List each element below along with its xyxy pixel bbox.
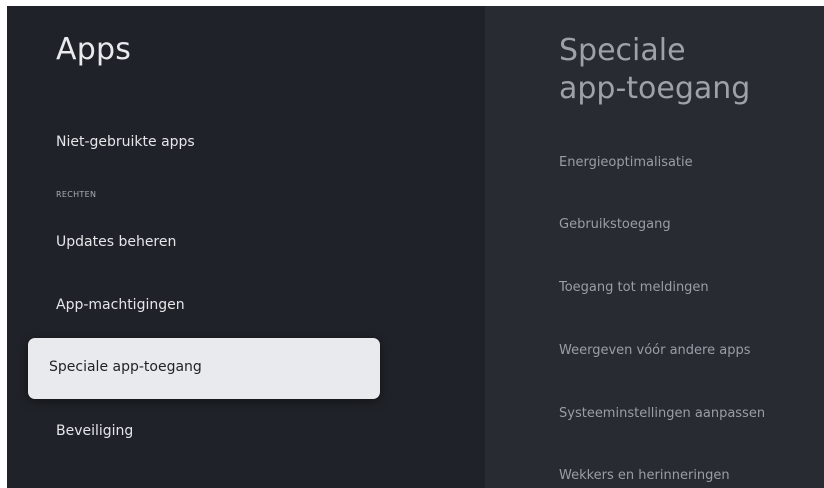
menu-item-app-permissions[interactable]: App-machtigingen	[56, 297, 185, 313]
preview-item-modify-system-settings: Systeeminstellingen aanpassen	[559, 406, 766, 421]
menu-item-label: Speciale app-toegang	[49, 359, 202, 375]
preview-item-notification-access: Toegang tot meldingen	[559, 280, 709, 295]
preview-title-line-2: app-toegang	[559, 71, 751, 106]
settings-main-panel: Apps Niet-gebruikte apps RECHTEN Updates…	[7, 6, 485, 488]
menu-item-manage-updates[interactable]: Updates beheren	[56, 234, 176, 250]
tv-settings-screen: Apps Niet-gebruikte apps RECHTEN Updates…	[7, 6, 824, 488]
section-header-permissions: RECHTEN	[56, 190, 97, 199]
preview-title-line-1: Speciale	[559, 33, 686, 68]
page-title: Apps	[56, 32, 132, 67]
preview-item-usage-access: Gebruikstoegang	[559, 217, 671, 232]
preview-item-alarms-reminders: Wekkers en herinneringen	[559, 468, 730, 483]
preview-panel: Speciale app-toegang Energieoptimalisati…	[485, 6, 824, 488]
preview-item-display-over-apps: Weergeven vóór andere apps	[559, 343, 751, 358]
preview-item-battery-optimization: Energieoptimalisatie	[559, 155, 693, 170]
menu-item-unused-apps[interactable]: Niet-gebruikte apps	[56, 134, 195, 150]
preview-title: Speciale app-toegang	[559, 32, 750, 108]
menu-item-special-app-access[interactable]: Speciale app-toegang	[28, 338, 380, 399]
menu-item-security[interactable]: Beveiliging	[56, 423, 133, 439]
